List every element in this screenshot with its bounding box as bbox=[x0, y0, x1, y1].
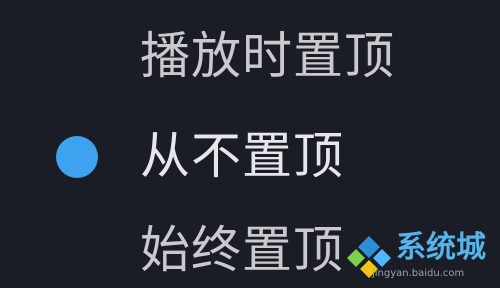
option-pin-while-playing[interactable]: 播放时置顶 bbox=[0, 20, 500, 90]
option-never-pin[interactable]: 从不置顶 bbox=[0, 120, 500, 190]
watermark-title: 系统城 bbox=[396, 230, 486, 265]
option-label: 始终置顶 bbox=[140, 221, 344, 279]
pin-on-top-menu: 播放时置顶 从不置顶 始终置顶 系统城 jingyan.baidu.com bbox=[0, 0, 500, 288]
watermark: 系统城 jingyan.baidu.com bbox=[346, 230, 496, 286]
watermark-url: jingyan.baidu.com bbox=[372, 268, 465, 279]
option-label: 播放时置顶 bbox=[140, 27, 395, 85]
option-label: 从不置顶 bbox=[140, 127, 344, 185]
radio-selected-indicator bbox=[56, 136, 98, 178]
